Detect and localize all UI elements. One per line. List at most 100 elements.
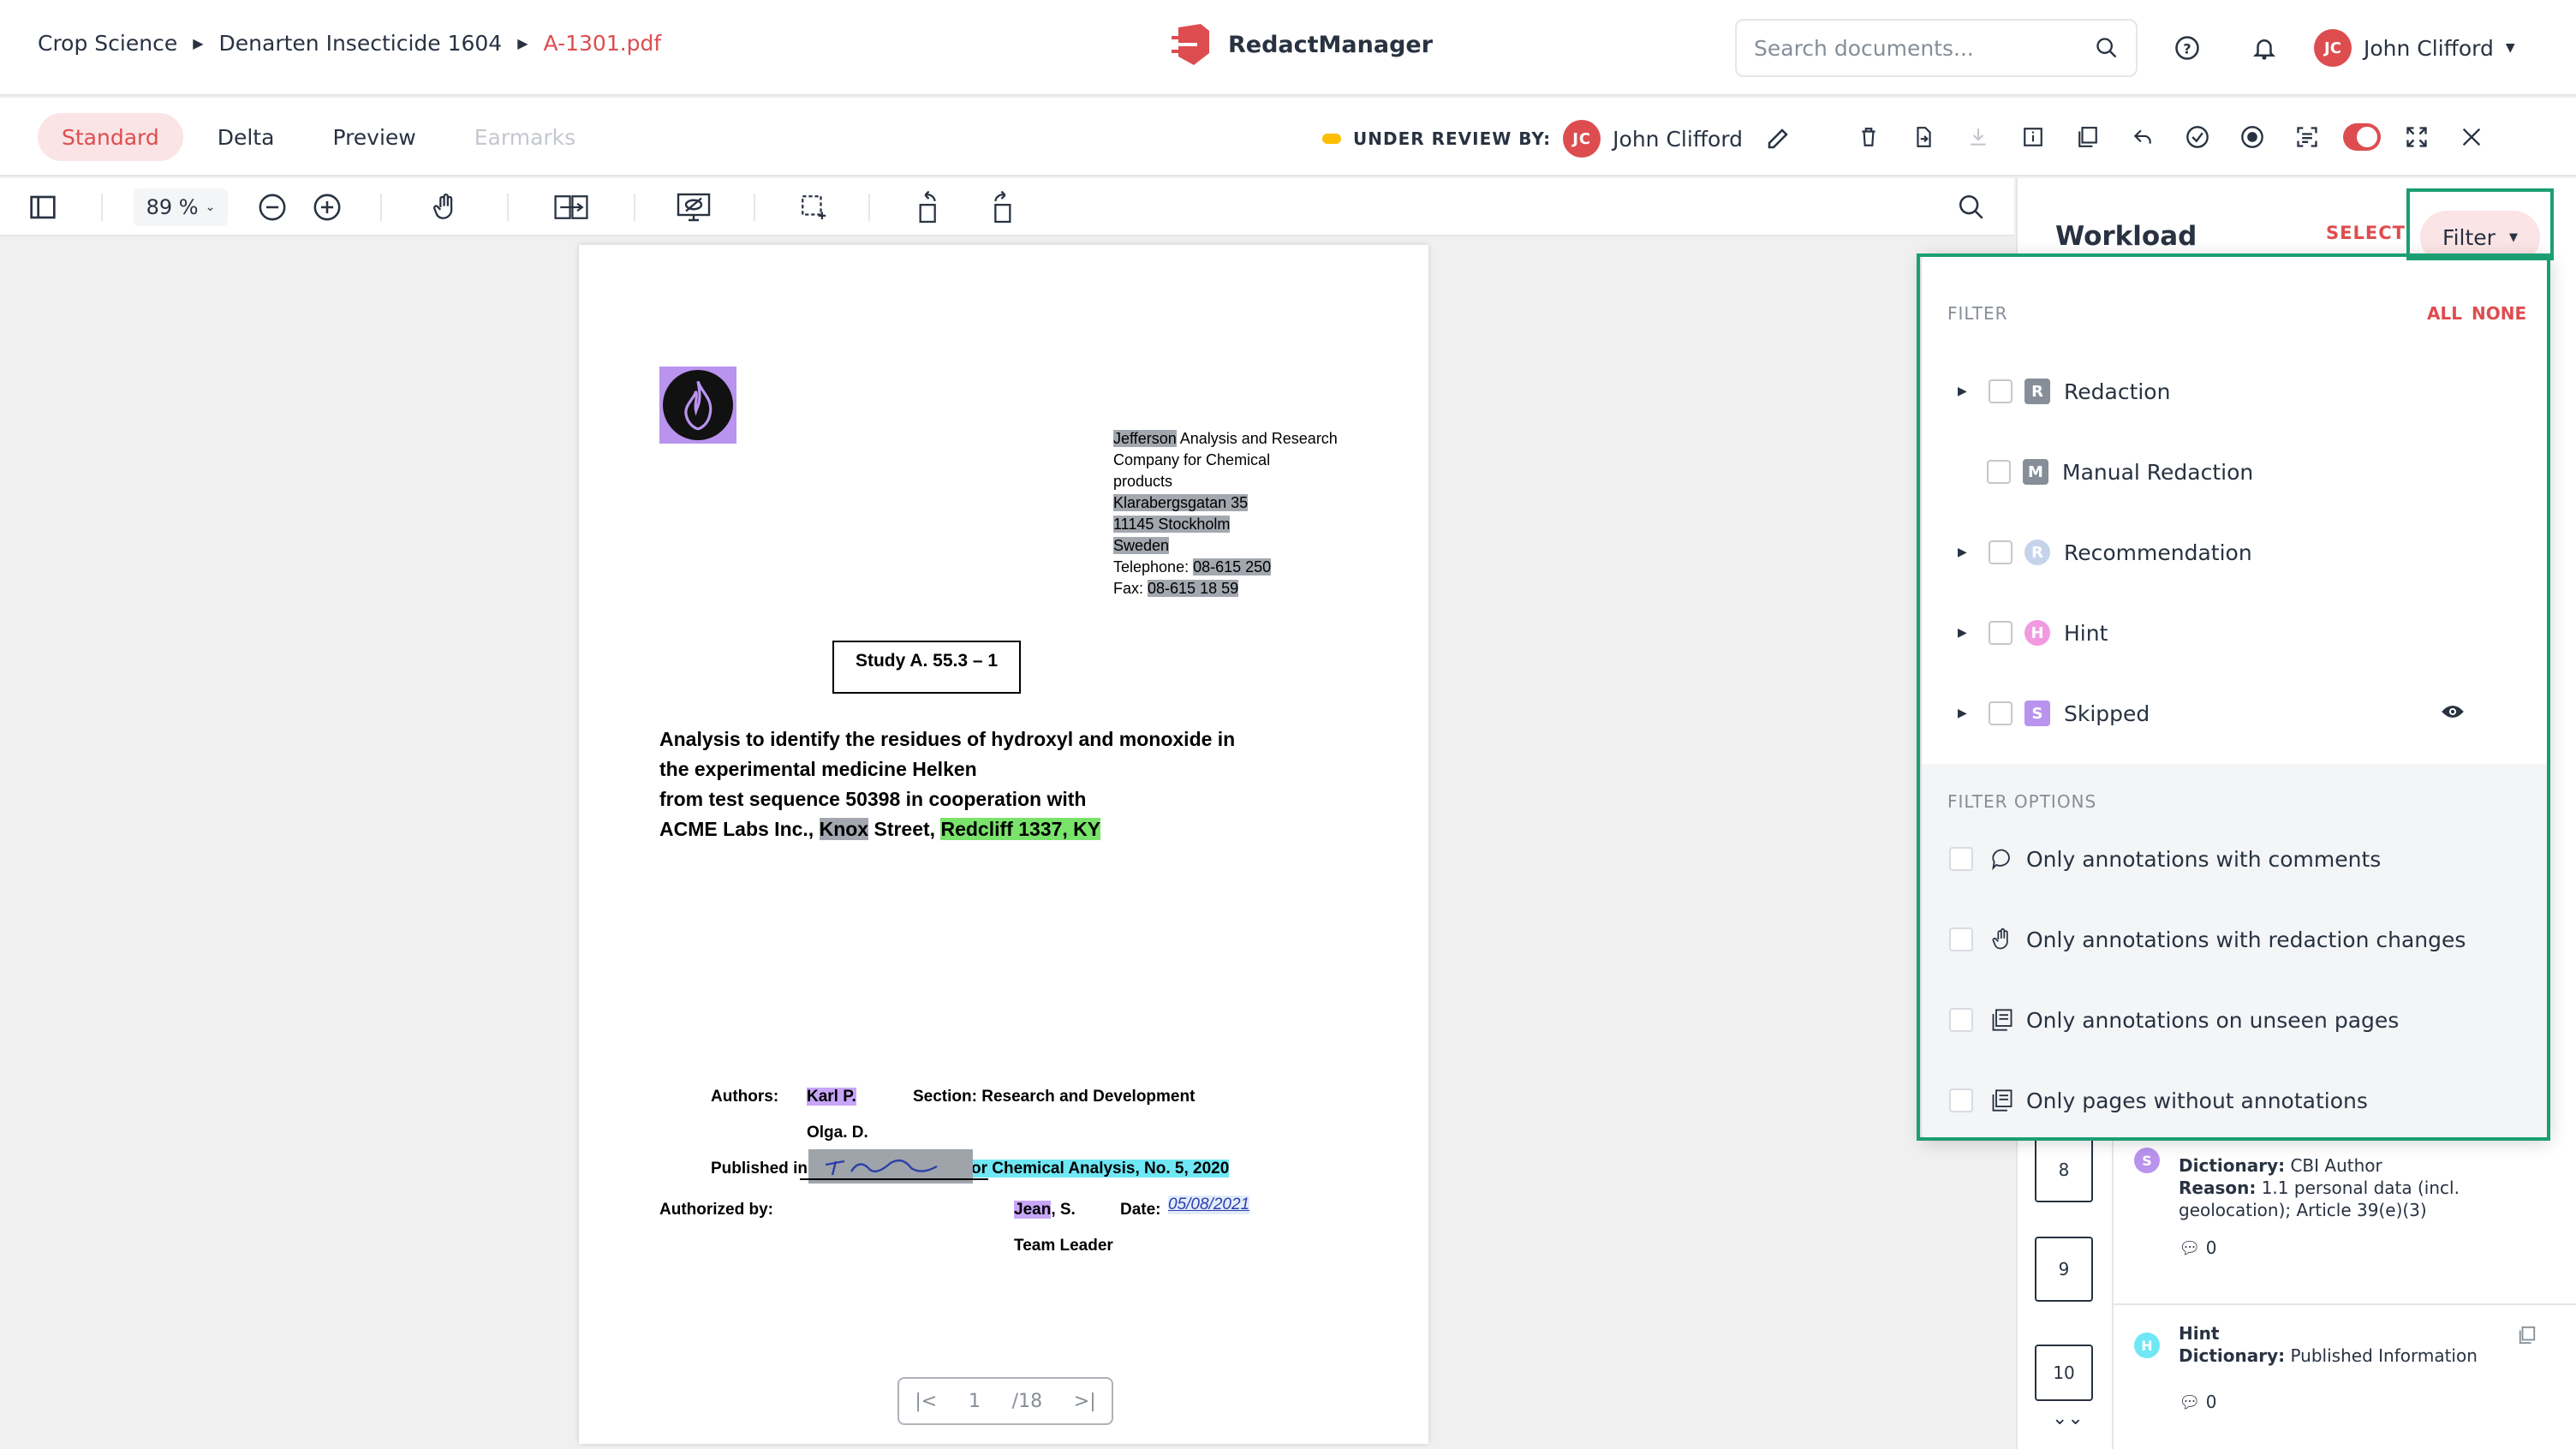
skipped-badge: S xyxy=(2134,1148,2160,1173)
filter-checkbox[interactable] xyxy=(1989,621,2012,645)
download-icon[interactable] xyxy=(1959,118,1997,156)
search-box[interactable] xyxy=(1735,19,2138,77)
review-status: UNDER REVIEW BY: JC John Clifford xyxy=(1322,120,1791,158)
redacted-text[interactable]: Jefferson xyxy=(1113,430,1177,447)
top-bar: Crop Science ▶ Denarten Insecticide 1604… xyxy=(0,0,2576,96)
rectangle-select-icon[interactable] xyxy=(796,190,831,224)
option-checkbox[interactable] xyxy=(1949,847,1973,871)
skipped-text[interactable]: Karl P. xyxy=(807,1088,856,1106)
close-icon[interactable] xyxy=(2453,118,2490,156)
pan-hand-icon[interactable] xyxy=(428,190,462,224)
annotation-card[interactable]: Hint Dictionary: Published Information 💬… xyxy=(2179,1322,2478,1413)
filter-item-manual-redaction[interactable]: M Manual Redaction xyxy=(1922,432,2550,512)
tab-preview[interactable]: Preview xyxy=(308,113,439,161)
delete-icon[interactable] xyxy=(1850,118,1887,156)
zoom-in-icon[interactable] xyxy=(310,190,344,224)
notification-bell-icon[interactable] xyxy=(2249,33,2280,63)
pages-icon xyxy=(1989,1006,2016,1034)
expand-arrow-icon[interactable]: ▶ xyxy=(1958,707,1967,720)
option-label: Only annotations with redaction changes xyxy=(2026,927,2466,952)
rotate-left-icon[interactable] xyxy=(913,190,947,224)
redacted-text[interactable]: Knox xyxy=(819,818,869,840)
zoom-out-icon[interactable] xyxy=(255,190,289,224)
expand-arrow-icon[interactable]: ▶ xyxy=(1958,626,1967,640)
current-page-input[interactable]: 1 xyxy=(969,1391,981,1412)
ocr-scan-icon[interactable] xyxy=(2288,118,2326,156)
tab-earmarks[interactable]: Earmarks xyxy=(450,113,599,161)
last-page-icon[interactable]: >| xyxy=(1074,1391,1096,1412)
option-checkbox[interactable] xyxy=(1949,1008,1973,1032)
date-handwritten[interactable]: 05/08/2021 xyxy=(1168,1196,1250,1214)
author-text: Olga. D. xyxy=(807,1124,868,1142)
help-icon[interactable]: ? xyxy=(2172,33,2203,63)
tab-standard[interactable]: Standard xyxy=(38,113,183,161)
pages-icon xyxy=(1989,1087,2016,1114)
breadcrumb-item-file[interactable]: A-1301.pdf xyxy=(544,31,662,56)
excluded-pages-icon[interactable] xyxy=(2069,118,2107,156)
filter-checkbox[interactable] xyxy=(1989,379,2012,403)
redacted-text[interactable]: 08-615 18 59 xyxy=(1148,580,1239,597)
redacted-text[interactable]: 08-615 250 xyxy=(1193,558,1272,575)
page-thumbnail[interactable]: 8 xyxy=(2035,1137,2093,1202)
document-search-icon[interactable] xyxy=(1954,190,1989,224)
filter-item-recommendation[interactable]: ▶ R Recommendation xyxy=(1922,512,2550,593)
scroll-down-double-icon[interactable]: ⌄⌄ xyxy=(2052,1408,2084,1429)
select-all-button[interactable]: ALL xyxy=(2427,303,2462,324)
filter-option-unseen-pages[interactable]: Only annotations on unseen pages xyxy=(1922,980,2550,1060)
filter-checkbox[interactable] xyxy=(1989,701,2012,725)
first-page-icon[interactable]: |< xyxy=(915,1391,937,1412)
pdf-page[interactable]: Jefferson Analysis and Research Company … xyxy=(579,245,1428,1444)
comment-icon[interactable]: 💬︎ xyxy=(2179,1392,2200,1412)
expand-arrow-icon[interactable]: ▶ xyxy=(1958,385,1967,398)
page-thumbnail[interactable]: 10 xyxy=(2035,1345,2093,1401)
redacted-text[interactable]: 11145 Stockholm xyxy=(1113,516,1231,533)
skipped-text[interactable]: Jean xyxy=(1014,1201,1052,1219)
filter-item-redaction[interactable]: ▶ R Redaction xyxy=(1922,351,2550,432)
filter-option-comments[interactable]: Only annotations with comments xyxy=(1922,819,2550,899)
fullscreen-icon[interactable] xyxy=(2398,118,2436,156)
analysis-toggle[interactable] xyxy=(2343,118,2381,156)
toolbar-divider xyxy=(868,194,870,221)
replace-file-icon[interactable] xyxy=(1905,118,1942,156)
option-checkbox[interactable] xyxy=(1949,1088,1973,1112)
search-icon[interactable] xyxy=(2095,36,2119,60)
pdf-viewer[interactable]: Jefferson Analysis and Research Company … xyxy=(0,238,2014,1449)
eye-icon[interactable] xyxy=(2441,703,2465,724)
select-button[interactable]: SELECT xyxy=(2326,223,2406,243)
breadcrumb-item-dossier-template[interactable]: Crop Science xyxy=(38,31,177,56)
expand-arrow-icon[interactable]: ▶ xyxy=(1958,546,1967,559)
toggle-thumbnails-icon[interactable] xyxy=(26,190,60,224)
toggle-switch[interactable] xyxy=(2343,123,2381,151)
compare-pages-icon[interactable] xyxy=(550,190,593,224)
user-menu[interactable]: JC John Clifford ▼ xyxy=(2314,29,2515,67)
redacted-text[interactable]: Sweden xyxy=(1113,537,1170,554)
rotate-right-icon[interactable] xyxy=(983,190,1017,224)
redacted-text[interactable]: Klarabergsgatan 35 xyxy=(1113,494,1249,511)
search-input[interactable] xyxy=(1754,35,2095,61)
toggle-redaction-preview-icon[interactable] xyxy=(673,190,714,224)
reanalyse-icon[interactable] xyxy=(2124,118,2162,156)
breadcrumb-item-dossier[interactable]: Denarten Insecticide 1604 xyxy=(219,31,503,56)
filter-checkbox[interactable] xyxy=(1987,460,2011,484)
filter-item-hint[interactable]: ▶ H Hint xyxy=(1922,593,2550,673)
filter-option-pages-without-annotations[interactable]: Only pages without annotations xyxy=(1922,1060,2550,1141)
comment-icon[interactable]: 💬︎ xyxy=(2179,1237,2200,1258)
zoom-select[interactable]: 89 % ⌄ xyxy=(134,188,228,226)
annotation-card[interactable]: Dictionary: CBI Author Reason: 1.1 perso… xyxy=(2179,1154,2460,1259)
highlighted-text[interactable]: Redcliff 1337, KY xyxy=(940,818,1101,840)
record-icon[interactable] xyxy=(2233,118,2271,156)
edit-pencil-icon[interactable] xyxy=(1765,126,1791,152)
pages-icon[interactable] xyxy=(2518,1326,2537,1348)
select-none-button[interactable]: NONE xyxy=(2472,303,2526,324)
page-thumbnail[interactable]: 9 xyxy=(2035,1237,2093,1302)
filter-checkbox[interactable] xyxy=(1989,540,2012,564)
filter-option-redaction-changes[interactable]: Only annotations with redaction changes xyxy=(1922,899,2550,980)
approve-check-icon[interactable] xyxy=(2179,118,2216,156)
filter-item-skipped[interactable]: ▶ S Skipped xyxy=(1922,673,2550,754)
svg-text:?: ? xyxy=(2183,40,2191,57)
option-checkbox[interactable] xyxy=(1949,927,1973,951)
tab-delta[interactable]: Delta xyxy=(194,113,299,161)
reviewer-name: John Clifford xyxy=(1613,126,1744,152)
document-info-icon[interactable] xyxy=(2014,118,2052,156)
address-text: products xyxy=(1113,473,1173,490)
